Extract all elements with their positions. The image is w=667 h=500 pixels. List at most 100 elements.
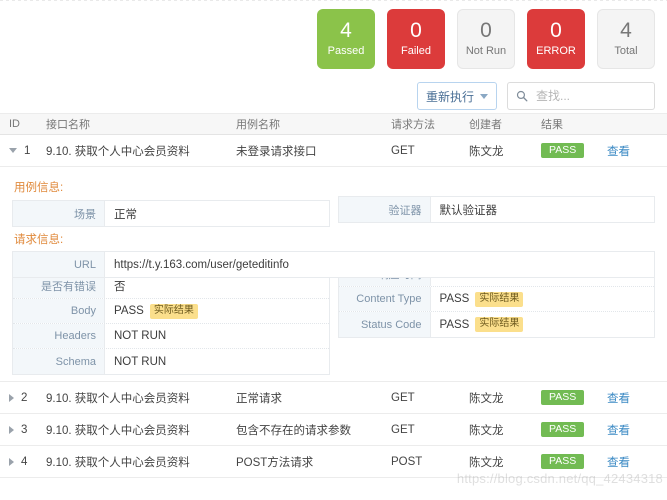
table-header-row: ID 接口名称 用例名称 请求方法 创建者 结果 <box>0 113 667 135</box>
request-url-row: URL https://t.y.163.com/user/geteditinfo <box>12 251 655 278</box>
row-action-cell: 查看 <box>607 143 667 159</box>
status-badge: PASS <box>541 389 585 406</box>
column-header-result: 结果 <box>541 119 563 131</box>
field-headers-label: Headers <box>13 324 105 348</box>
column-header-method: 请求方法 <box>391 119 435 131</box>
stat-label-passed: Passed <box>327 45 365 58</box>
field-headers: Headers NOT RUN <box>13 324 329 349</box>
row-id-cell: 3 <box>0 424 46 436</box>
column-header-creator: 创建者 <box>469 119 502 131</box>
field-status-code-status: PASS <box>439 318 470 331</box>
row-api-name: 9.10. 获取个人中心会员资料 <box>46 456 190 469</box>
chevron-right-icon[interactable] <box>9 425 14 434</box>
row-action-cell: 查看 <box>607 390 667 406</box>
field-scene: 场景 正常 <box>13 201 329 226</box>
field-url-value: https://t.y.163.com/user/geteditinfo <box>114 258 289 271</box>
field-validator-label: 验证器 <box>338 197 431 222</box>
chevron-down-icon <box>480 93 488 99</box>
view-link[interactable]: 查看 <box>607 457 630 469</box>
row-result-cell: PASS <box>541 142 607 159</box>
row-case-name: 未登录请求接口 <box>236 145 317 158</box>
case-info-table: 场景 正常 <box>12 200 330 227</box>
status-badge: PASS <box>541 453 585 470</box>
chevron-right-icon[interactable] <box>9 393 14 402</box>
stat-label-failed: Failed <box>401 45 431 58</box>
test-report-page: 4 Passed 0 Failed 0 Not Run 0 ERROR 4 To… <box>0 0 667 500</box>
row-creator: 陈文龙 <box>469 424 504 437</box>
row-api-name: 9.10. 获取个人中心会员资料 <box>46 392 190 405</box>
stat-card-not-run[interactable]: 0 Not Run <box>457 9 515 69</box>
row-action-cell: 查看 <box>607 422 667 438</box>
field-scene-value: 正常 <box>114 208 137 221</box>
actual-result-tag[interactable]: 实际结果 <box>149 303 198 319</box>
row-action-cell: 查看 <box>607 454 667 470</box>
view-link[interactable]: 查看 <box>607 393 630 405</box>
rerun-button[interactable]: 重新执行 <box>416 82 497 110</box>
table-row[interactable]: 1 9.10. 获取个人中心会员资料 未登录请求接口 GET 陈文龙 PASS … <box>0 135 667 167</box>
field-content-type-label: Content Type <box>338 287 431 311</box>
row-creator: 陈文龙 <box>469 392 504 405</box>
field-status-code-value: PASS 实际结果 <box>431 312 655 337</box>
request-info-table: URL https://t.y.163.com/user/geteditinfo <box>12 251 655 278</box>
chevron-down-icon[interactable] <box>9 148 17 153</box>
search-input[interactable] <box>534 88 667 104</box>
chevron-right-icon[interactable] <box>9 457 14 466</box>
table-row[interactable]: 3 9.10. 获取个人中心会员资料 包含不存在的请求参数 GET 陈文龙 PA… <box>0 414 667 446</box>
column-header-id: ID <box>9 118 20 130</box>
table-row[interactable]: 4 9.10. 获取个人中心会员资料 POST方法请求 POST 陈文龙 PAS… <box>0 446 667 478</box>
validator-table: 验证器 默认验证器 <box>337 196 655 223</box>
view-link[interactable]: 查看 <box>607 425 630 437</box>
field-content-type-value: PASS 实际结果 <box>431 287 655 311</box>
status-badge: PASS <box>541 142 585 159</box>
row-id: 4 <box>21 455 28 468</box>
stat-label-not-run: Not Run <box>465 45 507 58</box>
actual-result-tag[interactable]: 实际结果 <box>475 317 524 332</box>
actual-result-tag[interactable]: 实际结果 <box>475 291 524 307</box>
stat-value-error: 0 <box>550 19 562 43</box>
field-validator: 验证器 默认验证器 <box>338 197 655 222</box>
row-id: 1 <box>24 144 31 157</box>
field-schema-value: NOT RUN <box>114 355 167 368</box>
row-method: GET <box>391 144 415 157</box>
field-body: Body PASS 实际结果 <box>13 299 329 324</box>
table-row[interactable]: 2 9.10. 获取个人中心会员资料 正常请求 GET 陈文龙 PASS 查看 <box>0 382 667 414</box>
field-body-label: Body <box>13 299 105 323</box>
field-scene-label: 场景 <box>13 201 105 226</box>
summary-cards: 4 Passed 0 Failed 0 Not Run 0 ERROR 4 To… <box>0 1 667 79</box>
row-id-cell: 4 <box>0 456 46 468</box>
status-badge: PASS <box>541 421 585 438</box>
stat-card-failed[interactable]: 0 Failed <box>387 9 445 69</box>
field-body-status: PASS <box>114 305 144 317</box>
row-result-cell: PASS <box>541 389 607 406</box>
field-status-code: Status Code PASS 实际结果 <box>338 312 655 337</box>
field-schema-label: Schema <box>13 349 105 374</box>
row-creator: 陈文龙 <box>469 456 504 469</box>
row-case-name: POST方法请求 <box>236 456 314 469</box>
rerun-button-label: 重新执行 <box>425 89 474 104</box>
stat-card-passed[interactable]: 4 Passed <box>317 9 375 69</box>
field-content-type: Content Type PASS 实际结果 <box>338 287 655 312</box>
field-status-code-label: Status Code <box>338 312 431 337</box>
row-id: 2 <box>21 391 28 404</box>
stat-value-failed: 0 <box>410 19 422 43</box>
search-box[interactable] <box>507 82 667 110</box>
search-icon <box>516 90 528 102</box>
field-url: URL https://t.y.163.com/user/geteditinfo <box>13 252 654 277</box>
row-id-cell: 1 <box>0 145 46 157</box>
column-header-case-name: 用例名称 <box>236 119 280 131</box>
field-body-value: PASS 实际结果 <box>105 299 329 323</box>
row-result-cell: PASS <box>541 453 607 470</box>
stat-label-error: ERROR <box>536 45 576 58</box>
field-schema: Schema NOT RUN <box>13 349 329 374</box>
field-headers-value: NOT RUN <box>114 330 167 342</box>
stat-card-total[interactable]: 4 Total <box>597 9 655 69</box>
field-url-label: URL <box>13 252 105 277</box>
stat-card-error[interactable]: 0 ERROR <box>527 9 585 69</box>
row-id: 3 <box>21 423 28 436</box>
view-link[interactable]: 查看 <box>607 146 630 158</box>
results-table: ID 接口名称 用例名称 请求方法 创建者 结果 1 9.10. 获取个人中心会… <box>0 113 667 478</box>
row-api-name: 9.10. 获取个人中心会员资料 <box>46 424 190 437</box>
response-info-table-left: 是否有错误 否 Body PASS 实际结果 Headers NOT RUN S… <box>12 273 330 375</box>
field-content-type-status: PASS <box>439 293 470 305</box>
row-case-name: 包含不存在的请求参数 <box>236 424 351 437</box>
